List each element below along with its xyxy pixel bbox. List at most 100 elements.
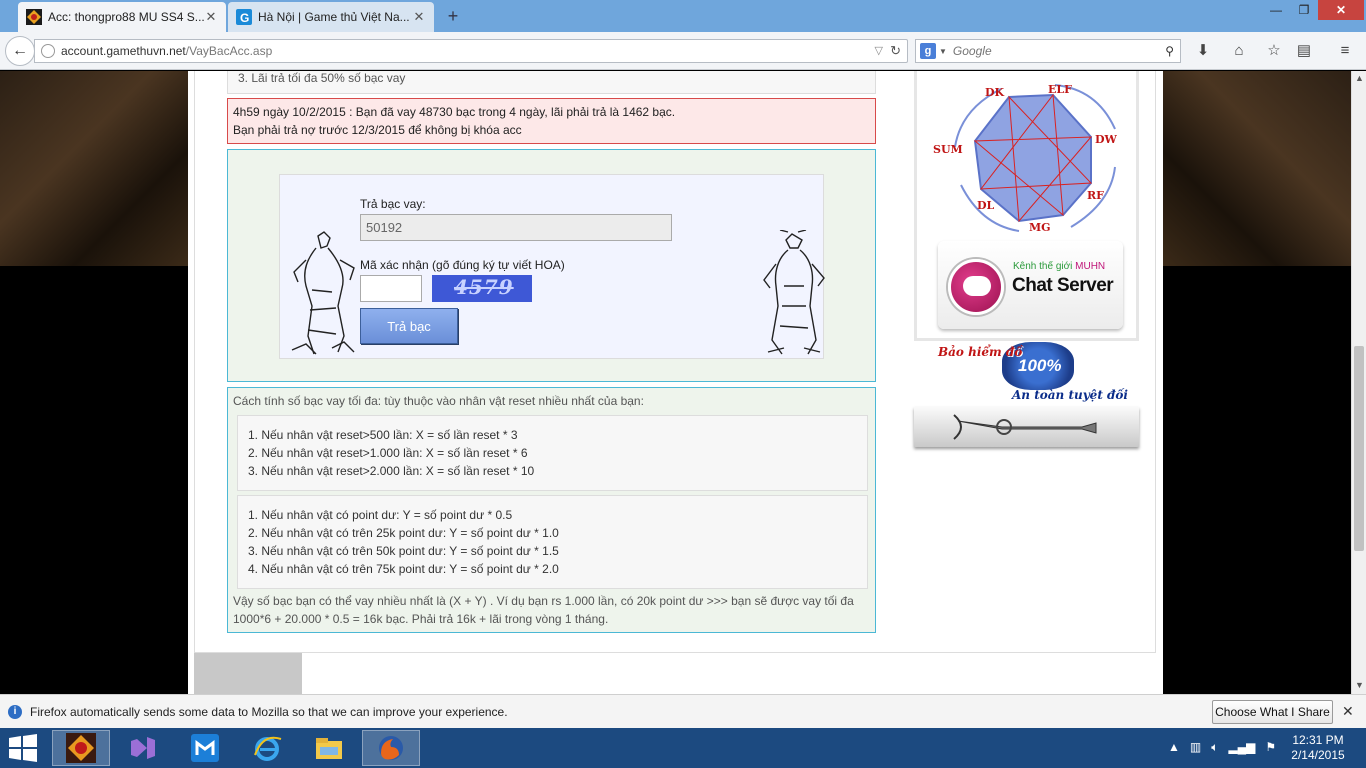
- list-item: 3. Nếu nhân vật reset>2.000 lần: X = số …: [248, 464, 535, 478]
- google-icon: g: [920, 43, 936, 59]
- mu-game-icon: [66, 733, 96, 763]
- warning-line: Bạn phải trả nợ trước 12/3/2015 để không…: [233, 123, 522, 137]
- loan-warning: 4h59 ngày 10/2/2015 : Bạn đã vay 48730 b…: [227, 98, 876, 144]
- search-input[interactable]: [952, 44, 1153, 58]
- url-bar[interactable]: account.gamethuvn.net/VayBacAcc.asp ▽ ↻: [34, 39, 908, 63]
- class-label: MG: [1029, 221, 1051, 234]
- search-bar[interactable]: g ▼ ⚲: [915, 39, 1181, 63]
- class-label: SUM: [933, 143, 963, 156]
- loan-info-box: Cách tính số bạc vay tối đa: tùy thuộc v…: [227, 387, 876, 633]
- menu-icon[interactable]: ≡: [1334, 40, 1356, 62]
- reset-rules-list: 1. Nếu nhân vật reset>500 lần: X = số lầ…: [237, 415, 868, 491]
- chat-subtitle-prefix: Kênh thế giới: [1013, 261, 1076, 272]
- taskbar-app-firefox[interactable]: [362, 730, 420, 766]
- browser-titlebar: Acc: thongpro88 MU SS4 S... ✕ G Hà Nội |…: [0, 0, 1366, 32]
- window-maximize-button[interactable]: ❐: [1290, 0, 1318, 20]
- chat-subtitle-highlight: MUHN: [1075, 261, 1106, 272]
- list-item: 1. Nếu nhân vật reset>500 lần: X = số lầ…: [248, 428, 518, 442]
- chat-bubble-icon: [948, 259, 1004, 315]
- list-item: 2. Nếu nhân vật reset>1.000 lần: X = số …: [248, 446, 528, 460]
- notification-text: Firefox automatically sends some data to…: [30, 705, 508, 719]
- list-item: 2. Nếu nhân vật có trên 25k point dư: Y …: [248, 526, 559, 540]
- taskbar-app-maxthon[interactable]: [176, 730, 234, 766]
- background-art-left: [0, 71, 188, 266]
- taskbar-clock[interactable]: 12:31 PM 2/14/2015: [1283, 733, 1353, 763]
- sidebar-panel: DK ELF DW RF MG DL SUM Kênh thế giới MUH…: [914, 71, 1139, 341]
- chat-server-banner[interactable]: Kênh thế giới MUHN Chat Server: [938, 241, 1123, 329]
- reload-icon[interactable]: ↻: [890, 43, 901, 59]
- network-adapter-icon[interactable]: ▥: [1190, 740, 1201, 755]
- page-viewport: 3. Lãi trả tối đa 50% số bạc vay 4h59 ng…: [0, 71, 1351, 694]
- class-diagram[interactable]: DK ELF DW RF MG DL SUM: [931, 79, 1121, 237]
- tab-gamethu[interactable]: G Hà Nội | Game thủ Việt Na... ✕: [228, 2, 434, 32]
- class-label: DK: [985, 86, 1005, 99]
- loan-info-intro: Cách tính số bạc vay tối đa: tùy thuộc v…: [233, 394, 644, 408]
- chat-subtitle: Kênh thế giới MUHN: [1013, 261, 1105, 272]
- tab-account[interactable]: Acc: thongpro88 MU SS4 S... ✕: [18, 2, 226, 32]
- bookmark-star-icon[interactable]: ☆: [1263, 40, 1285, 62]
- file-explorer-icon: [316, 738, 342, 759]
- new-tab-button[interactable]: +: [443, 7, 463, 25]
- scroll-thumb[interactable]: [1354, 346, 1364, 551]
- class-label: DL: [977, 199, 995, 212]
- repay-amount-input[interactable]: [360, 214, 672, 241]
- scroll-down-icon[interactable]: ▼: [1355, 680, 1364, 690]
- notification-bar: i Firefox automatically sends some data …: [0, 694, 1366, 728]
- svg-text:G: G: [240, 11, 249, 25]
- insurance-banner[interactable]: 100% Bảo hiểm đồ An toàn tuyệt đối: [938, 342, 1128, 406]
- captcha-input[interactable]: [360, 275, 422, 302]
- notification-close-icon[interactable]: ✕: [1342, 703, 1354, 720]
- repay-submit-button[interactable]: Trả bạc: [360, 308, 458, 344]
- taskbar-app-ie[interactable]: [238, 730, 296, 766]
- insurance-title: Bảo hiểm đồ: [938, 345, 1023, 359]
- download-icon[interactable]: ⬇: [1192, 40, 1214, 62]
- search-icon[interactable]: ⚲: [1165, 44, 1174, 58]
- tab-close-icon[interactable]: ✕: [412, 9, 426, 25]
- tab-account-label: Acc: thongpro88 MU SS4 S...: [48, 10, 204, 24]
- repay-amount-label: Trả bạc vay:: [360, 197, 426, 211]
- tab-close-icon[interactable]: ✕: [204, 9, 218, 25]
- url-path: /VayBacAcc.asp: [185, 44, 273, 58]
- info-icon: i: [8, 705, 22, 719]
- tray-chevron-icon[interactable]: ▲: [1168, 740, 1180, 755]
- list-item: 3. Nếu nhân vật có trên 50k point dư: Y …: [248, 544, 559, 558]
- tab-gamethu-label: Hà Nội | Game thủ Việt Na...: [258, 10, 410, 24]
- sword-banner[interactable]: [914, 407, 1139, 447]
- class-label: ELF: [1048, 83, 1072, 96]
- signal-icon[interactable]: ▂▄▆: [1228, 740, 1255, 755]
- flag-icon[interactable]: ⚑: [1265, 740, 1276, 755]
- repay-form-box: Trả bạc vay: Mã xác nhận (gõ đúng ký tự …: [227, 149, 876, 382]
- volume-icon[interactable]: 🔈︎: [1211, 740, 1218, 755]
- window-minimize-button[interactable]: —: [1262, 0, 1290, 20]
- page-scrollbar[interactable]: ▲ ▼: [1351, 71, 1366, 694]
- reading-list-icon[interactable]: ▤: [1293, 40, 1315, 62]
- mu-favicon-icon: [26, 9, 42, 25]
- choose-what-i-share-button[interactable]: Choose What I Share: [1212, 700, 1333, 724]
- firefox-icon: [379, 736, 403, 760]
- loan-info-summary: Vậy số bạc bạn có thể vay nhiều nhất là …: [233, 594, 854, 626]
- back-arrow-icon: ←: [12, 42, 28, 59]
- footer-block: [194, 653, 302, 694]
- engine-dropdown-icon[interactable]: ▼: [939, 47, 947, 56]
- sword-icon: [953, 414, 1097, 440]
- globe-icon: [41, 44, 55, 58]
- insurance-subtitle: An toàn tuyệt đối: [1012, 388, 1128, 402]
- taskbar-app-visual-studio[interactable]: [114, 730, 172, 766]
- url-domain: account.gamethuvn.net: [61, 44, 186, 58]
- scroll-up-icon[interactable]: ▲: [1355, 73, 1364, 83]
- page-content: 3. Lãi trả tối đa 50% số bạc vay 4h59 ng…: [188, 71, 1163, 694]
- back-button[interactable]: ←: [5, 36, 35, 66]
- home-icon[interactable]: ⌂: [1228, 40, 1250, 62]
- guarantee-percent: 100%: [1018, 356, 1062, 375]
- list-item: 1. Nếu nhân vật có point dư: Y = số poin…: [248, 508, 513, 522]
- list-item: 4. Nếu nhân vật có trên 75k point dư: Y …: [248, 562, 559, 576]
- windows-start-icon[interactable]: [8, 734, 38, 762]
- window-close-button[interactable]: ✕: [1318, 0, 1364, 20]
- loan-rule-note: 3. Lãi trả tối đa 50% số bạc vay: [227, 71, 876, 94]
- taskbar-app-explorer[interactable]: [300, 730, 358, 766]
- warning-line: 4h59 ngày 10/2/2015 : Bạn đã vay 48730 b…: [233, 105, 676, 119]
- class-label: RF: [1087, 189, 1104, 202]
- taskbar-app-mu[interactable]: [52, 730, 110, 766]
- captcha-image-text: 4579: [454, 275, 514, 299]
- dropdown-arrow-icon[interactable]: ▽: [875, 44, 883, 57]
